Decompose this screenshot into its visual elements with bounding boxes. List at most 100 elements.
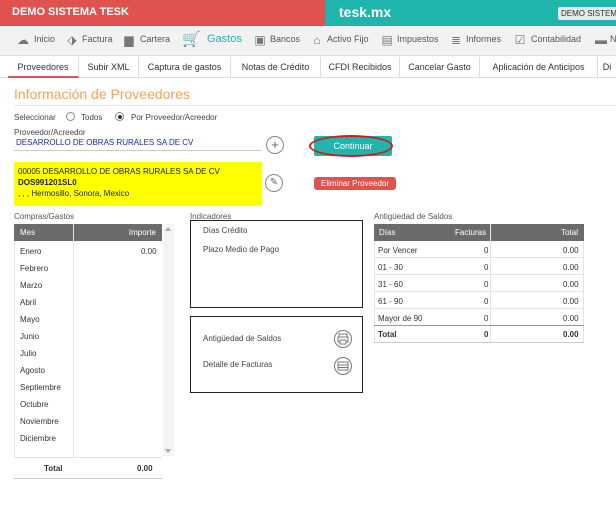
tab-cfdi-recibidos[interactable]: CFDI Recibidos (321, 57, 400, 78)
mes-cell: Mayo (20, 315, 40, 324)
proveedor-card-name: 00005 DESARROLLO DE OBRAS RURALES SA DE … (18, 167, 220, 176)
select-label: Seleccionar (14, 113, 56, 122)
antig-total-label: Total (378, 330, 397, 339)
nav-item-bancos[interactable]: Bancos (270, 34, 300, 44)
mes-cell: Agosto (20, 366, 45, 375)
compras-col-divider (73, 224, 74, 457)
compras-total-divider (14, 457, 162, 458)
brand-logo[interactable]: tesk.mx (339, 4, 391, 20)
tab-captura-gastos[interactable]: Captura de gastos (139, 57, 231, 78)
eliminar-proveedor-button[interactable]: Eliminar Proveedor (314, 177, 396, 190)
mes-cell: Marzo (20, 281, 43, 290)
cart-icon[interactable]: 🛒 (182, 32, 201, 48)
antiguedad-link[interactable]: Antigüedad de Saldos (203, 334, 281, 343)
facturas-cell: 0 (484, 280, 489, 289)
mes-cell: Septiembre (20, 383, 61, 392)
tab-subir-xml[interactable]: Subir XML (79, 57, 139, 78)
ledger-icon[interactable]: ☑ (512, 32, 528, 48)
antig-total-value: 0.00 (563, 330, 579, 339)
facturas-cell: 0 (484, 314, 489, 323)
tab-more[interactable]: Di (598, 57, 616, 78)
mes-cell: Febrero (20, 264, 49, 273)
nav-item-factura[interactable]: Factura (82, 34, 113, 44)
antiguedad-table-header: Días Facturas Total (374, 224, 584, 241)
nav-item-informes[interactable]: Informes (466, 34, 501, 44)
report-icon[interactable]: ≣ (448, 32, 464, 48)
cloud-icon[interactable]: ☁ (15, 32, 31, 48)
briefcase-icon[interactable]: ▆ (121, 32, 137, 48)
nav-item-impuestos[interactable]: Impuestos (397, 34, 439, 44)
proveedor-card-address: , , , Hermosillo, Sonora, Mexico (18, 189, 130, 198)
antig-bottom-border (374, 342, 584, 343)
company-tag[interactable]: DEMO SISTEMA (558, 7, 616, 20)
nav-item-activo-fijo[interactable]: Activo Fijo (327, 34, 369, 44)
compras-section-label: Compras/Gastos (14, 212, 75, 221)
radio-por-proveedor-label[interactable]: Por Proveedor/Acreedor (131, 113, 217, 122)
proveedor-card-rfc: DOS991201SL0 (18, 178, 77, 187)
mes-cell: Octubre (20, 400, 49, 409)
compras-left-border (14, 241, 15, 457)
edit-icon[interactable]: ✎ (265, 174, 283, 192)
col-total: Total (561, 228, 578, 237)
mes-cell: Noviembre (20, 417, 59, 426)
reportes-panel: Antigüedad de Saldos Detalle de Facturas (190, 316, 363, 393)
compras-total-label: Total (44, 464, 63, 473)
radio-por-proveedor[interactable] (115, 112, 124, 121)
tab-aplicacion-anticipos[interactable]: Aplicación de Anticipos (480, 57, 598, 78)
nav-item-inicio[interactable]: Inicio (34, 34, 55, 44)
total-cell: 0.00 (563, 280, 579, 289)
detalle-facturas-link[interactable]: Detalle de Facturas (203, 360, 272, 369)
nav-item-gastos[interactable]: Gastos (207, 33, 242, 45)
top-bar: DEMO SISTEMA TESK tesk.mx DEMO SISTEMA (0, 0, 616, 26)
mes-cell: Junio (20, 332, 40, 341)
more-icon[interactable]: ▬ (593, 32, 609, 48)
indicadores-panel: Días Crédito Plazo Medio de Pago (190, 220, 363, 308)
brand-bar: tesk.mx DEMO SISTEMA (325, 0, 616, 26)
nav-item-contabilidad[interactable]: Contabilidad (531, 34, 581, 44)
col-mes: Mes (20, 228, 36, 237)
print-icon[interactable] (334, 330, 352, 348)
antig-row-divider (374, 308, 584, 309)
sub-nav: Proveedores Subir XML Captura de gastos … (0, 57, 616, 78)
radio-todos[interactable] (66, 112, 75, 121)
bank-icon[interactable]: ▣ (252, 32, 268, 48)
tax-icon[interactable]: ▤ (379, 32, 395, 48)
tab-notas-credito[interactable]: Notas de Crédito (231, 57, 321, 78)
total-cell: 0.00 (563, 263, 579, 272)
facturas-cell: 0 (484, 263, 489, 272)
antig-row-divider (374, 257, 584, 258)
tab-cancelar-gasto[interactable]: Cancelar Gasto (400, 57, 480, 78)
nav-item-cartera[interactable]: Cartera (140, 34, 170, 44)
company-name: DEMO SISTEMA TESK (0, 0, 325, 26)
plazo-medio-label: Plazo Medio de Pago (203, 245, 280, 254)
compras-table-header: Mes Importe (14, 224, 162, 241)
total-cell: 0.00 (563, 314, 579, 323)
col-dias: Días (379, 228, 396, 237)
title-divider (14, 105, 616, 106)
radio-todos-label[interactable]: Todos (81, 113, 102, 122)
dias-cell: 01 - 30 (378, 263, 403, 272)
main-nav: ☁ Inicio ⬗ Factura ▆ Cartera 🛒 Gastos ▣ … (0, 26, 616, 56)
tag-icon[interactable]: ⬗ (64, 32, 80, 48)
antig-total-facturas: 0 (484, 330, 489, 339)
col-facturas: Facturas (455, 228, 487, 237)
proveedor-card: 00005 DESARROLLO DE OBRAS RURALES SA DE … (14, 162, 262, 206)
home-icon[interactable]: ⌂ (309, 32, 325, 48)
list-icon[interactable] (334, 357, 352, 375)
antiguedad-section-label: Antigüedad de Saldos (374, 212, 453, 221)
tab-proveedores[interactable]: Proveedores (8, 57, 79, 78)
importe-cell: 0.00 (141, 247, 157, 256)
add-icon[interactable]: + (266, 136, 284, 154)
total-cell: 0.00 (563, 297, 579, 306)
dias-cell: 31 - 60 (378, 280, 403, 289)
nav-item-more[interactable]: N (610, 34, 616, 44)
compras-scrollbar[interactable] (163, 224, 174, 456)
compras-total-value: 0.00 (137, 464, 153, 473)
facturas-cell: 0 (484, 297, 489, 306)
dias-credito-label: Días Crédito (203, 226, 248, 235)
proveedor-input[interactable]: DESARROLLO DE OBRAS RURALES SA DE CV (14, 138, 262, 151)
scroll-down-icon[interactable] (165, 449, 171, 453)
mes-cell: Diciembre (20, 434, 57, 443)
scroll-up-icon[interactable] (165, 227, 171, 231)
dias-cell: 61 - 90 (378, 297, 403, 306)
